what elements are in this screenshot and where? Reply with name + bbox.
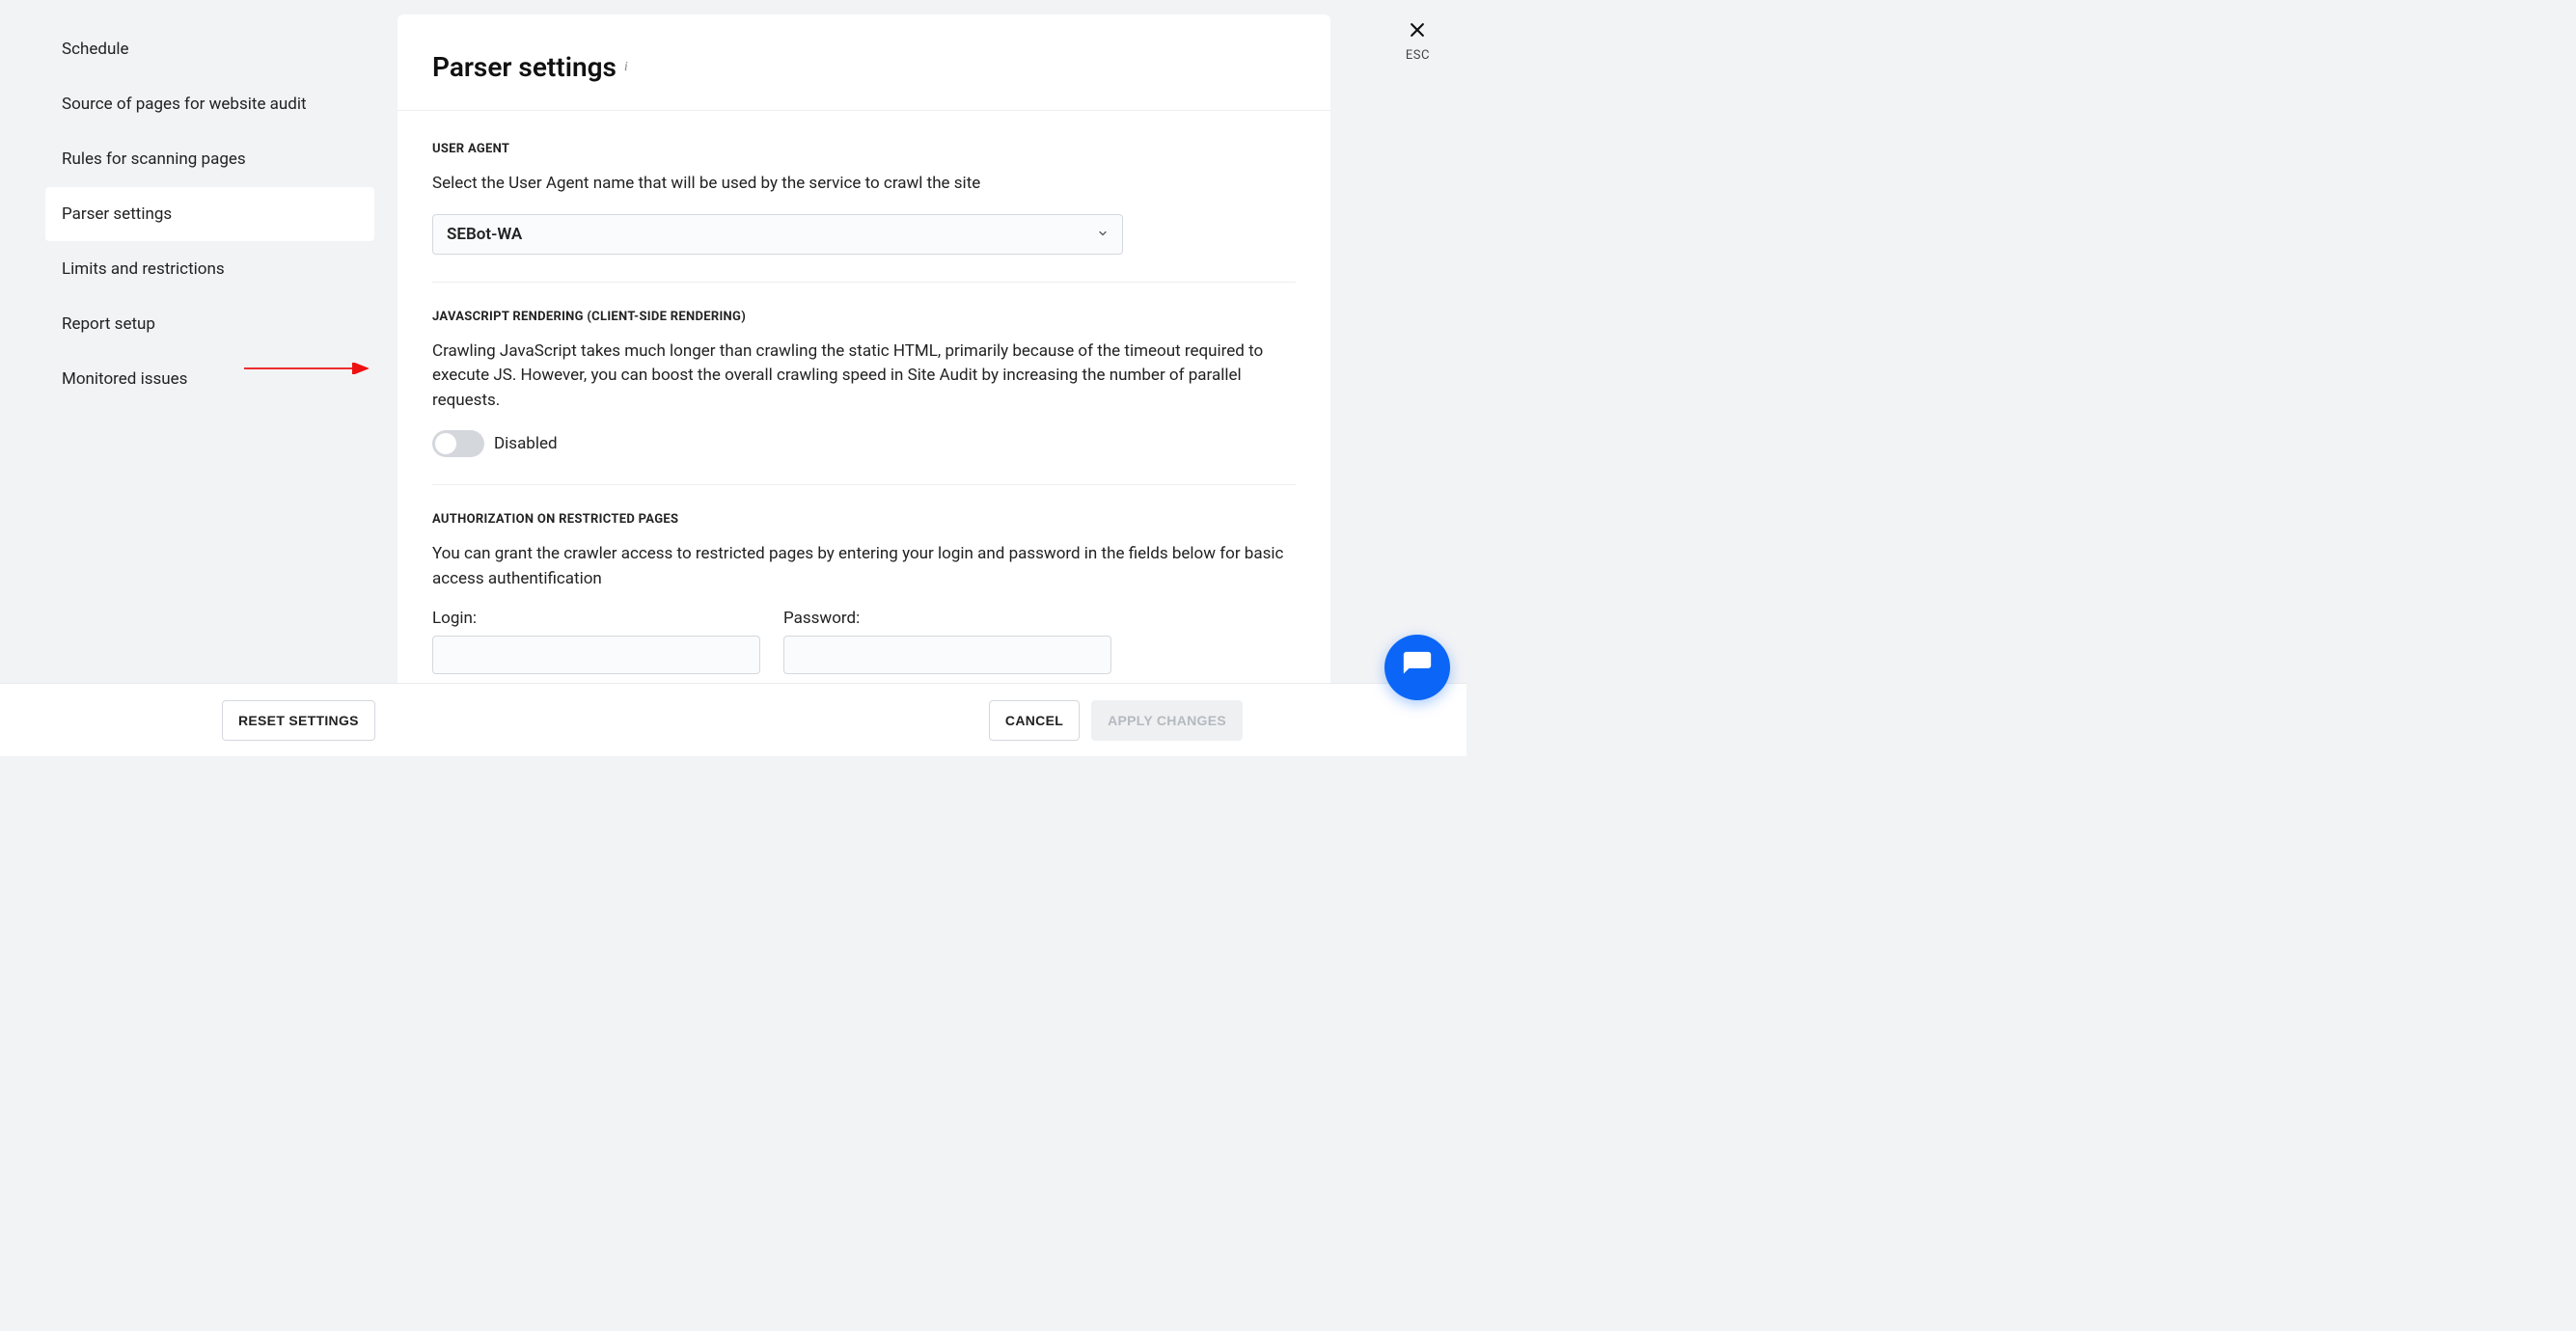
info-icon[interactable]: i — [624, 60, 628, 74]
section-label-auth: AUTHORIZATION ON RESTRICTED PAGES — [432, 512, 1296, 527]
js-rendering-toggle[interactable] — [432, 430, 484, 457]
content-panel: Parser settings i USER AGENT Select the … — [397, 14, 1330, 709]
chat-widget-button[interactable] — [1384, 635, 1450, 700]
password-label: Password: — [783, 609, 1111, 628]
section-desc-auth: You can grant the crawler access to rest… — [432, 542, 1296, 591]
sidebar-item-report-setup[interactable]: Report setup — [45, 297, 374, 351]
section-label-user-agent: USER AGENT — [432, 142, 1296, 156]
user-agent-select[interactable]: SEBot-WA — [432, 214, 1123, 255]
footer-left: RESET SETTINGS — [222, 700, 375, 741]
sidebar-item-limits[interactable]: Limits and restrictions — [45, 242, 374, 296]
password-input[interactable] — [783, 636, 1111, 674]
section-desc-js: Crawling JavaScript takes much longer th… — [432, 340, 1296, 414]
user-agent-selected-value: SEBot-WA — [447, 225, 522, 244]
close-icon — [1408, 19, 1427, 44]
toggle-knob — [435, 433, 456, 454]
section-label-js: JAVASCRIPT RENDERING (CLIENT-SIDE RENDER… — [432, 310, 1296, 324]
login-label: Login: — [432, 609, 760, 628]
section-authorization: AUTHORIZATION ON RESTRICTED PAGES You ca… — [432, 512, 1296, 674]
footer-right: CANCEL APPLY CHANGES — [989, 700, 1243, 741]
settings-sidebar: Schedule Source of pages for website aud… — [45, 14, 374, 709]
auth-fields: Login: Password: — [432, 609, 1296, 674]
sidebar-item-parser-settings[interactable]: Parser settings — [45, 187, 374, 241]
sidebar-item-monitored-issues[interactable]: Monitored issues — [45, 352, 374, 406]
sidebar-item-schedule[interactable]: Schedule — [45, 22, 374, 76]
section-desc-user-agent: Select the User Agent name that will be … — [432, 172, 1296, 197]
modal-body: Schedule Source of pages for website aud… — [45, 14, 1330, 709]
apply-changes-button[interactable]: APPLY CHANGES — [1091, 700, 1243, 741]
cancel-button[interactable]: CANCEL — [989, 700, 1080, 741]
chat-icon — [1401, 649, 1434, 686]
js-toggle-label: Disabled — [494, 434, 558, 453]
login-field-group: Login: — [432, 609, 760, 674]
content-header: Parser settings i — [397, 14, 1330, 111]
section-js-rendering: JAVASCRIPT RENDERING (CLIENT-SIDE RENDER… — [432, 310, 1296, 486]
section-user-agent: USER AGENT Select the User Agent name th… — [432, 142, 1296, 283]
chevron-down-icon — [1097, 225, 1109, 244]
reset-settings-button[interactable]: RESET SETTINGS — [222, 700, 375, 741]
js-toggle-row: Disabled — [432, 430, 1296, 457]
password-field-group: Password: — [783, 609, 1111, 674]
content-sections: USER AGENT Select the User Agent name th… — [397, 111, 1330, 709]
sidebar-item-scan-rules[interactable]: Rules for scanning pages — [45, 132, 374, 186]
close-button[interactable]: ESC — [1406, 19, 1430, 63]
settings-modal: Schedule Source of pages for website aud… — [45, 14, 1330, 709]
login-input[interactable] — [432, 636, 760, 674]
page-title: Parser settings — [432, 51, 617, 83]
close-label: ESC — [1406, 48, 1430, 63]
footer-bar: RESET SETTINGS CANCEL APPLY CHANGES — [0, 683, 1466, 756]
sidebar-item-source-pages[interactable]: Source of pages for website audit — [45, 77, 374, 131]
